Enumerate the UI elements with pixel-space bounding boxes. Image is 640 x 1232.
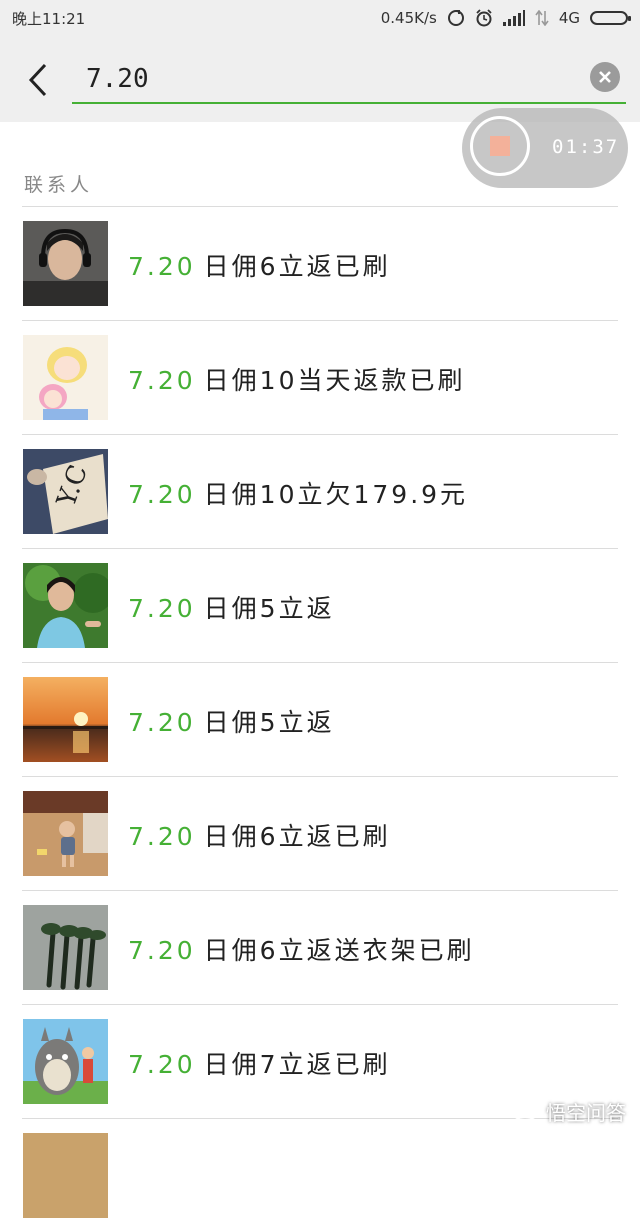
watermark-text: 悟空问答 [546, 1101, 626, 1125]
clear-search-button[interactable] [590, 62, 620, 92]
avatar [23, 791, 108, 876]
contact-name-rest: 日佣6立返送衣架已刷 [203, 936, 475, 965]
status-bar: 晚上11:21 0.45K/s 4G [0, 0, 640, 36]
match-highlight: 7.20 [128, 252, 196, 281]
network-type: 4G [558, 9, 580, 27]
contact-row[interactable]: Y.C 7.20 日佣10立欠179.9元 [22, 434, 618, 548]
search-bar [72, 54, 626, 104]
contact-row[interactable]: 7.20 日佣10当天返款已刷 [22, 320, 618, 434]
status-icons: 0.45K/s 4G [380, 9, 631, 27]
contact-name: 7.20 日佣6立返已刷 [128, 817, 391, 853]
contact-row[interactable]: 7.20 日佣6立返已刷 [22, 206, 618, 320]
chevron-left-icon [28, 63, 47, 97]
match-highlight: 7.20 [128, 936, 196, 965]
avatar [23, 677, 108, 762]
match-highlight: 7.20 [128, 708, 196, 737]
contact-name-rest: 日佣10当天返款已刷 [203, 366, 466, 395]
signal-icon [502, 10, 525, 26]
recording-timer: 01:37 [552, 136, 620, 158]
sync-icon [447, 9, 465, 27]
contact-name: 7.20 日佣6立返送衣架已刷 [128, 931, 475, 967]
contact-row[interactable]: 7.20 日佣5立返 [22, 662, 618, 776]
contact-name: 7.20 日佣5立返 [128, 703, 335, 739]
match-highlight: 7.20 [128, 594, 196, 623]
back-button[interactable] [18, 58, 58, 102]
contact-name-rest: 日佣5立返 [203, 594, 335, 623]
contact-list: 7.20 日佣6立返已刷 7.20 日佣10当天返款已刷 Y.C 7.20 日佣10立… [22, 206, 618, 1232]
data-arrows-icon [535, 10, 549, 26]
watermark: 悟空问答 [510, 1097, 626, 1126]
avatar [23, 1019, 108, 1104]
network-speed: 0.45K/s [380, 9, 437, 27]
contact-name: 7.20 日佣6立返已刷 [128, 247, 391, 283]
stop-recording-button[interactable] [470, 116, 530, 176]
contact-row[interactable]: 7.20 日佣6立返送衣架已刷 [22, 890, 618, 1004]
match-highlight: 7.20 [128, 1050, 196, 1079]
contact-name: 7.20 日佣5立返 [128, 589, 335, 625]
match-highlight: 7.20 [128, 480, 196, 509]
status-time: 晚上11:21 [12, 9, 86, 28]
avatar [23, 563, 108, 648]
avatar [23, 905, 108, 990]
contact-name-rest: 日佣6立返已刷 [203, 252, 391, 281]
contact-name: 7.20 日佣10立欠179.9元 [128, 475, 468, 511]
search-input[interactable] [84, 58, 568, 100]
contact-name-rest: 日佣10立欠179.9元 [203, 480, 469, 509]
stop-icon [490, 136, 510, 156]
screen-recorder: 01:37 [462, 108, 628, 188]
contact-row[interactable] [22, 1118, 618, 1232]
close-icon [599, 71, 611, 83]
alarm-icon [475, 9, 493, 27]
contact-name-rest: 日佣7立返已刷 [203, 1050, 391, 1079]
chat-bubble-logo-icon [511, 1100, 539, 1123]
contact-name-rest: 日佣5立返 [203, 708, 335, 737]
battery-icon [590, 11, 631, 25]
contact-name-rest: 日佣6立返已刷 [203, 822, 391, 851]
contact-row[interactable]: 7.20 日佣6立返已刷 [22, 776, 618, 890]
avatar [23, 221, 108, 306]
avatar [23, 1133, 108, 1218]
section-title: 联系人 [24, 174, 94, 196]
avatar [23, 335, 108, 420]
contact-name: 7.20 日佣7立返已刷 [128, 1045, 391, 1081]
match-highlight: 7.20 [128, 366, 196, 395]
match-highlight: 7.20 [128, 822, 196, 851]
contact-row[interactable]: 7.20 日佣5立返 [22, 548, 618, 662]
contact-name: 7.20 日佣10当天返款已刷 [128, 361, 465, 397]
avatar: Y.C [23, 449, 108, 534]
